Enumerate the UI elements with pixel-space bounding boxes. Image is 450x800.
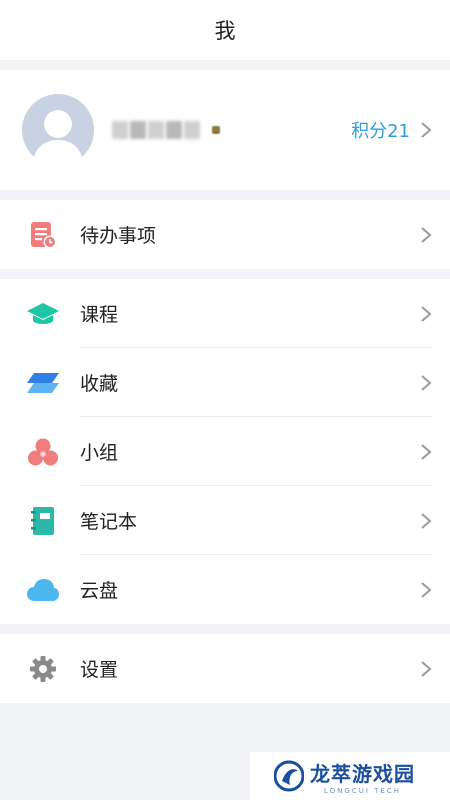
- chevron-right-icon: [421, 581, 432, 598]
- gear-icon: [26, 652, 60, 686]
- watermark-title: 龙萃游戏园: [310, 761, 415, 786]
- chevron-right-icon: [421, 122, 432, 138]
- chevron-right-icon: [421, 512, 432, 529]
- menu-item-group[interactable]: 小组: [0, 417, 450, 486]
- menu-item-notebook[interactable]: 笔记本: [0, 486, 450, 555]
- page-title: 我: [214, 19, 236, 43]
- points-label: 积分21: [351, 121, 410, 142]
- default-user-icon: [32, 110, 84, 166]
- chevron-right-icon: [421, 443, 432, 460]
- profile-card[interactable]: 积分21: [0, 70, 450, 190]
- menu-item-label: 笔记本: [80, 511, 138, 533]
- watermark-emblem-icon: [274, 760, 304, 792]
- watermark-subtitle: LONGCUI TECH: [324, 786, 401, 795]
- watermark-logo: 龙萃游戏园 LONGCUI TECH: [250, 752, 450, 800]
- menu-item-todo[interactable]: 待办事项: [0, 200, 450, 269]
- chevron-right-icon: [421, 374, 432, 391]
- group-icon: [26, 435, 60, 469]
- top-bar: 我: [0, 0, 450, 60]
- menu-item-label: 收藏: [80, 373, 119, 395]
- menu-item-label: 设置: [80, 659, 119, 681]
- chevron-right-icon: [421, 660, 432, 677]
- bookmark-layers-icon: [26, 366, 60, 400]
- todo-list-icon: [26, 218, 60, 252]
- menu-item-label: 课程: [80, 304, 119, 326]
- menu-item-settings[interactable]: 设置: [0, 634, 450, 703]
- menu-item-label: 云盘: [80, 580, 119, 602]
- notebook-icon: [26, 504, 60, 538]
- user-name-blurred: [112, 121, 220, 139]
- menu-item-label: 小组: [80, 442, 119, 464]
- graduation-cap-icon: [26, 297, 60, 331]
- menu-item-favorites[interactable]: 收藏: [0, 348, 450, 417]
- points-link[interactable]: 积分21: [351, 117, 432, 143]
- menu-item-label: 待办事项: [80, 225, 157, 247]
- menu-item-cloud-drive[interactable]: 云盘: [0, 555, 450, 624]
- avatar[interactable]: [22, 94, 94, 166]
- cloud-icon: [26, 573, 60, 607]
- menu-item-courses[interactable]: 课程: [0, 279, 450, 348]
- chevron-right-icon: [421, 226, 432, 243]
- chevron-right-icon: [421, 305, 432, 322]
